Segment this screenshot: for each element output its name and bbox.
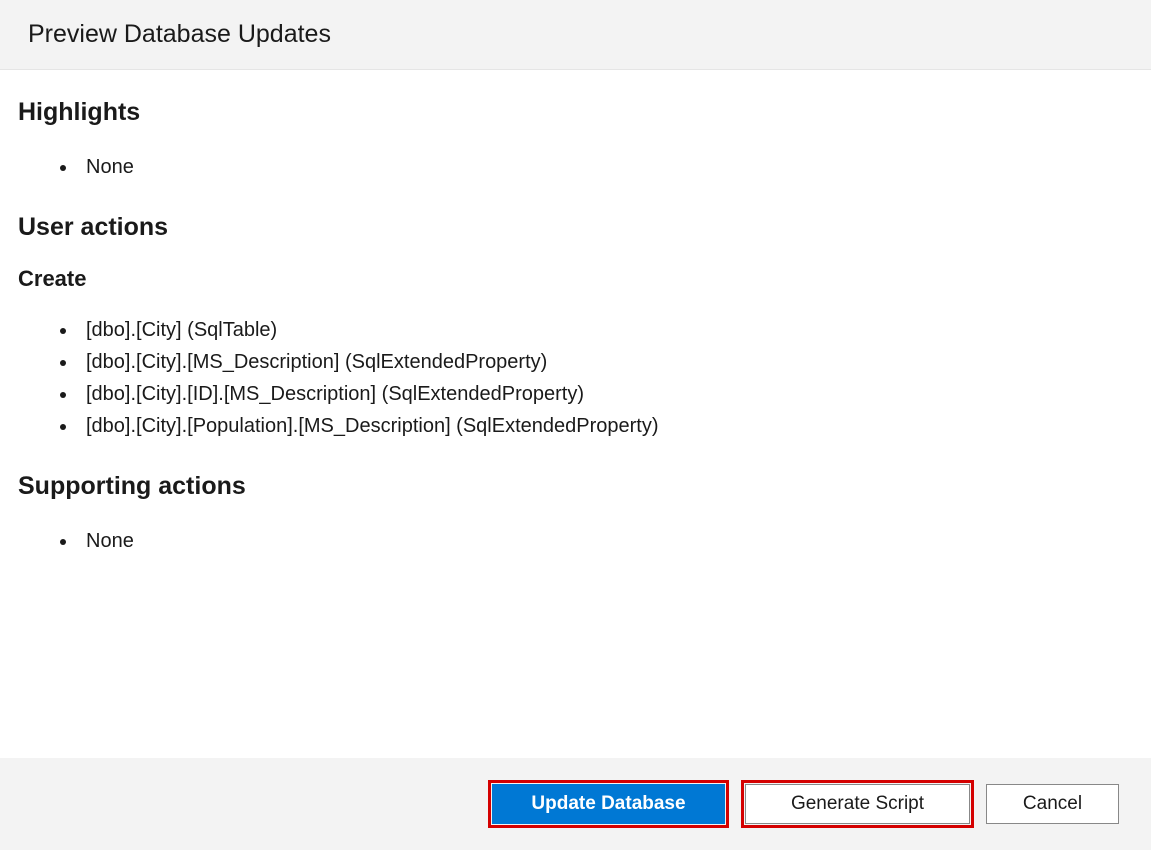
update-database-button[interactable]: Update Database [492,784,725,824]
create-subheading: Create [18,266,1133,292]
list-item: None [78,151,1133,183]
update-button-highlight: Update Database [488,780,729,828]
dialog-content: Highlights None User actions Create [dbo… [0,70,1151,758]
generate-script-button[interactable]: Generate Script [745,784,970,824]
user-actions-heading: User actions [18,213,1133,242]
highlights-list: None [78,151,1133,183]
dialog-footer: Update Database Generate Script Cancel [0,758,1151,850]
list-item: [dbo].[City] (SqlTable) [78,314,1133,346]
supporting-actions-heading: Supporting actions [18,472,1133,501]
list-item: [dbo].[City].[Population].[MS_Descriptio… [78,410,1133,442]
supporting-actions-list: None [78,525,1133,557]
list-item: [dbo].[City].[ID].[MS_Description] (SqlE… [78,378,1133,410]
list-item: None [78,525,1133,557]
highlights-heading: Highlights [18,98,1133,127]
list-item: [dbo].[City].[MS_Description] (SqlExtend… [78,346,1133,378]
create-list: [dbo].[City] (SqlTable) [dbo].[City].[MS… [78,314,1133,442]
generate-button-highlight: Generate Script [741,780,974,828]
cancel-button[interactable]: Cancel [986,784,1119,824]
dialog-title: Preview Database Updates [28,20,1123,49]
dialog-header: Preview Database Updates [0,0,1151,70]
